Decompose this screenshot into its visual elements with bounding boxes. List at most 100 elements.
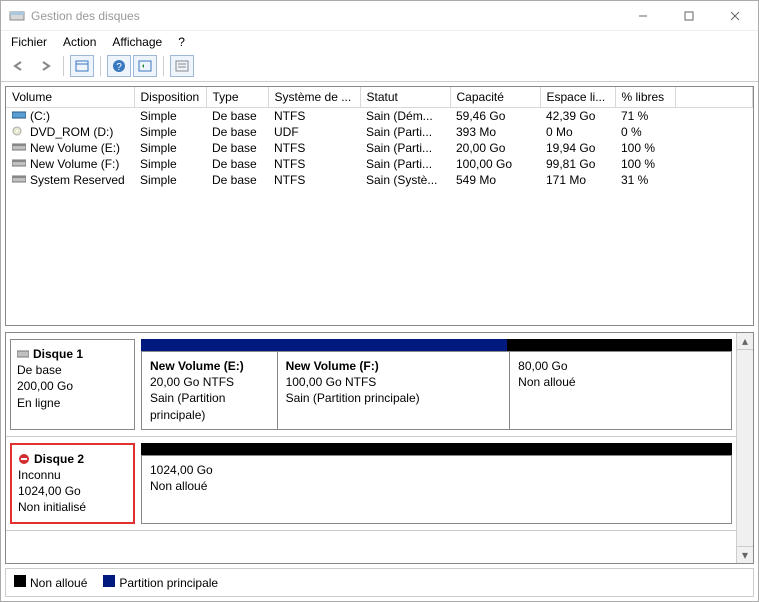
color-strip — [141, 443, 732, 455]
partition-size: 80,00 Go — [518, 358, 723, 374]
table-row[interactable]: (C:)SimpleDe baseNTFSSain (Dém...59,46 G… — [6, 108, 753, 125]
legend-item-unallocated: Non alloué — [14, 575, 87, 590]
cell-statut: Sain (Parti... — [360, 156, 450, 172]
volume-list-pane[interactable]: Volume Disposition Type Système de ... S… — [5, 86, 754, 326]
col-statut[interactable]: Statut — [360, 87, 450, 108]
partition-status: Sain (Partition principale) — [286, 390, 502, 406]
col-libres[interactable]: % libres — [615, 87, 675, 108]
table-row[interactable]: System ReservedSimpleDe baseNTFSSain (Sy… — [6, 172, 753, 188]
refresh-button[interactable] — [133, 55, 157, 77]
forward-button[interactable] — [33, 55, 57, 77]
disk-status: En ligne — [17, 395, 128, 411]
cell-volume: System Reserved — [30, 173, 125, 187]
partition-boxes: New Volume (E:)20,00 Go NTFSSain (Partit… — [141, 351, 732, 430]
toolbar: ? — [1, 53, 758, 82]
disk-type: Inconnu — [18, 467, 127, 483]
cell-capacite: 100,00 Go — [450, 156, 540, 172]
band-segment — [141, 339, 271, 351]
titlebar: Gestion des disques — [1, 1, 758, 31]
disk-size: 1024,00 Go — [18, 483, 127, 499]
disk-status: Non initialisé — [18, 499, 127, 515]
cell-volume: (C:) — [30, 109, 50, 123]
partition-box[interactable]: 80,00 GoNon alloué — [510, 352, 731, 429]
cell-systeme: NTFS — [268, 172, 360, 188]
cell-statut: Sain (Systè... — [360, 172, 450, 188]
col-systeme[interactable]: Système de ... — [268, 87, 360, 108]
table-row[interactable]: DVD_ROM (D:)SimpleDe baseUDFSain (Parti.… — [6, 124, 753, 140]
help-button[interactable]: ? — [107, 55, 131, 77]
col-type[interactable]: Type — [206, 87, 268, 108]
legend-item-primary: Partition principale — [103, 575, 218, 590]
partition-status: Sain (Partition principale) — [150, 390, 269, 422]
band-segment — [271, 339, 507, 351]
cell-capacite: 59,46 Go — [450, 108, 540, 125]
table-row[interactable]: New Volume (E:)SimpleDe baseNTFSSain (Pa… — [6, 140, 753, 156]
cell-statut: Sain (Dém... — [360, 108, 450, 125]
menu-aide[interactable]: ? — [178, 35, 185, 49]
partition-name: New Volume (E:) — [150, 358, 269, 374]
menu-action[interactable]: Action — [63, 35, 96, 49]
partition-status: Non alloué — [518, 374, 723, 390]
cell-espace: 99,81 Go — [540, 156, 615, 172]
partition-box[interactable]: New Volume (E:)20,00 Go NTFSSain (Partit… — [142, 352, 278, 429]
volume-icon — [12, 141, 26, 155]
partition-size: 1024,00 Go — [150, 462, 723, 478]
disk-row: Disque 1De base200,00 GoEn ligneNew Volu… — [6, 333, 736, 437]
toolbar-separator — [63, 56, 64, 76]
app-icon — [9, 8, 25, 24]
menu-fichier[interactable]: Fichier — [11, 35, 47, 49]
partition-boxes: 1024,00 GoNon alloué — [141, 455, 732, 524]
vertical-scrollbar[interactable]: ▴ ▾ — [736, 333, 753, 563]
maximize-button[interactable] — [666, 1, 712, 31]
partition-box[interactable]: 1024,00 GoNon alloué — [142, 456, 731, 523]
table-row[interactable]: New Volume (F:)SimpleDe baseNTFSSain (Pa… — [6, 156, 753, 172]
partitions-area: 1024,00 GoNon alloué — [141, 443, 732, 524]
table-view-button[interactable] — [70, 55, 94, 77]
cell-type: De base — [206, 156, 268, 172]
band-segment — [507, 339, 732, 351]
partition-status: Non alloué — [150, 478, 723, 494]
disk-name: Disque 2 — [18, 451, 127, 467]
cell-systeme: NTFS — [268, 140, 360, 156]
minimize-button[interactable] — [620, 1, 666, 31]
svg-text:?: ? — [116, 62, 122, 73]
cell-libres: 0 % — [615, 124, 675, 140]
partition-name: New Volume (F:) — [286, 358, 502, 374]
cell-disposition: Simple — [134, 172, 206, 188]
band-segment — [141, 443, 732, 455]
disk-name: Disque 1 — [17, 346, 128, 362]
cell-libres: 100 % — [615, 156, 675, 172]
back-button[interactable] — [7, 55, 31, 77]
cell-espace: 171 Mo — [540, 172, 615, 188]
scrollbar-track[interactable] — [737, 350, 753, 546]
toolbar-separator — [163, 56, 164, 76]
disk-type: De base — [17, 362, 128, 378]
cell-statut: Sain (Parti... — [360, 124, 450, 140]
partition-box[interactable]: New Volume (F:)100,00 Go NTFSSain (Parti… — [278, 352, 511, 429]
properties-button[interactable] — [170, 55, 194, 77]
toolbar-separator — [100, 56, 101, 76]
col-volume[interactable]: Volume — [6, 87, 134, 108]
disk-info-box[interactable]: Disque 2Inconnu1024,00 GoNon initialisé — [10, 443, 135, 524]
cell-capacite: 20,00 Go — [450, 140, 540, 156]
cell-disposition: Simple — [134, 140, 206, 156]
col-capacite[interactable]: Capacité — [450, 87, 540, 108]
col-espace[interactable]: Espace li... — [540, 87, 615, 108]
cell-disposition: Simple — [134, 156, 206, 172]
cell-espace: 0 Mo — [540, 124, 615, 140]
close-button[interactable] — [712, 1, 758, 31]
swatch-black-icon — [14, 575, 26, 587]
disk-management-window: Gestion des disques Fichier Action Affic… — [0, 0, 759, 602]
scroll-down-icon[interactable]: ▾ — [737, 546, 753, 563]
volume-icon — [12, 173, 26, 187]
disk-row: Disque 2Inconnu1024,00 GoNon initialisé1… — [6, 437, 736, 531]
color-strip — [141, 339, 732, 351]
legend: Non alloué Partition principale — [5, 568, 754, 597]
cell-capacite: 549 Mo — [450, 172, 540, 188]
graphical-view-pane: Disque 1De base200,00 GoEn ligneNew Volu… — [5, 332, 754, 564]
col-disposition[interactable]: Disposition — [134, 87, 206, 108]
menu-affichage[interactable]: Affichage — [112, 35, 162, 49]
disk-info-box[interactable]: Disque 1De base200,00 GoEn ligne — [10, 339, 135, 430]
scroll-up-icon[interactable]: ▴ — [737, 333, 753, 350]
cell-type: De base — [206, 108, 268, 125]
